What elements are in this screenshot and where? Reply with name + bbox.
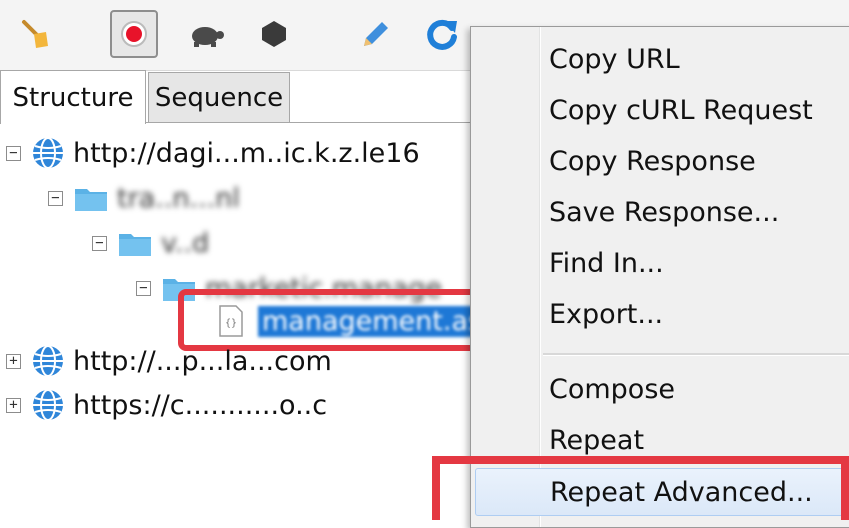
globe-icon xyxy=(33,137,63,169)
stop-hexagon-icon xyxy=(262,21,286,47)
collapse-toggle[interactable]: − xyxy=(48,190,63,206)
menu-item-find-in[interactable]: Find In... xyxy=(475,239,849,287)
menu-item-export[interactable]: Export... xyxy=(475,290,849,338)
pen-icon xyxy=(364,22,388,46)
expand-toggle[interactable]: + xyxy=(6,353,21,369)
throttle-button[interactable] xyxy=(182,10,230,58)
refresh-button[interactable] xyxy=(418,10,466,58)
menu-item-save-response[interactable]: Save Response... xyxy=(475,188,849,236)
expand-toggle[interactable]: + xyxy=(6,397,21,413)
broom-icon xyxy=(22,20,48,48)
session-tabs: Structure Sequence xyxy=(0,70,470,124)
menu-item-copy-curl-request[interactable]: Copy cURL Request xyxy=(475,86,849,134)
session-tree: − http://dagi...m..ic.k.z.le16 − tra..n.… xyxy=(0,122,487,521)
host-label: https://c...........o..c xyxy=(73,389,328,421)
edit-button[interactable] xyxy=(350,10,398,58)
tree-node-host[interactable]: + http://...p...la...com xyxy=(6,341,332,381)
annotation-highlight-box xyxy=(432,456,849,520)
tree-node-host[interactable]: + https://c...........o..c xyxy=(6,385,327,425)
menu-separator xyxy=(543,353,849,356)
tab-sequence[interactable]: Sequence xyxy=(148,72,290,122)
collapse-toggle[interactable]: − xyxy=(6,145,21,161)
refresh-icon xyxy=(427,19,457,50)
menu-item-copy-response[interactable]: Copy Response xyxy=(475,137,849,185)
folder-label: tra..n...nl xyxy=(117,182,240,214)
breakpoint-button[interactable] xyxy=(250,10,298,58)
host-label: http://...p...la...com xyxy=(73,345,332,377)
globe-icon xyxy=(33,345,63,377)
folder-icon xyxy=(75,189,107,211)
menu-item-copy-url[interactable]: Copy URL xyxy=(475,35,849,83)
host-label: http://dagi...m..ic.k.z.le16 xyxy=(73,137,420,169)
folder-icon xyxy=(119,234,151,256)
menu-item-compose[interactable]: Compose xyxy=(475,365,849,413)
turtle-icon xyxy=(192,27,224,47)
clear-session-button[interactable] xyxy=(12,10,60,58)
tree-node-host[interactable]: − http://dagi...m..ic.k.z.le16 xyxy=(6,133,420,173)
context-menu: Copy URL Copy cURL Request Copy Response… xyxy=(470,26,849,528)
collapse-toggle[interactable]: − xyxy=(136,280,151,296)
tree-node-folder[interactable]: − v..d xyxy=(92,223,209,263)
capture-toggle-button[interactable] xyxy=(110,10,158,58)
tree-node-folder[interactable]: − tra..n...nl xyxy=(48,178,240,218)
folder-label: v..d xyxy=(161,227,210,259)
collapse-toggle[interactable]: − xyxy=(92,235,107,251)
globe-icon xyxy=(33,389,63,421)
record-icon xyxy=(121,21,147,47)
tab-structure[interactable]: Structure xyxy=(0,70,146,124)
